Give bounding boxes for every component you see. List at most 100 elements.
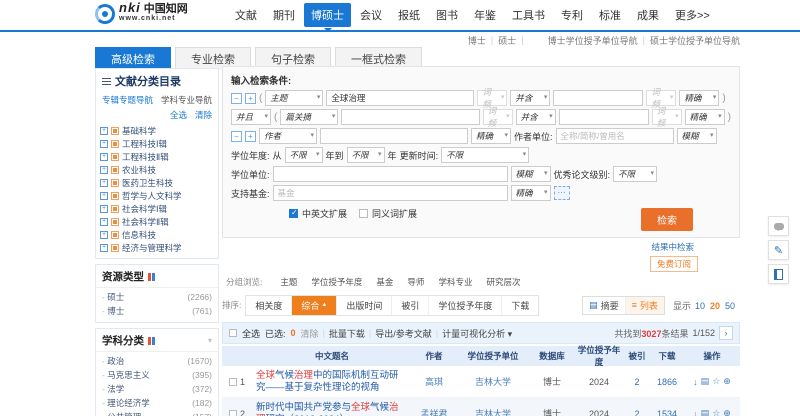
school-link[interactable]: 吉林大学 xyxy=(475,409,511,416)
page-size-option[interactable]: 20 xyxy=(710,301,720,311)
group-browse-item[interactable]: 学科专业 xyxy=(438,276,472,288)
author-field-select[interactable]: 作者 xyxy=(259,128,317,144)
checkbox-icon[interactable] xyxy=(111,140,119,148)
expand-icon[interactable]: + xyxy=(100,218,108,226)
download-icon[interactable]: ↓ xyxy=(693,409,698,416)
year-from-select[interactable]: 不限 xyxy=(285,147,323,163)
page-size-option[interactable]: 50 xyxy=(725,301,735,311)
expand-icon[interactable]: + xyxy=(100,179,108,187)
sort-option[interactable]: 出版时间 xyxy=(337,296,392,315)
journal-button[interactable] xyxy=(768,264,789,284)
sort-option[interactable]: 下载 xyxy=(502,296,538,315)
search-term-input[interactable] xyxy=(341,109,479,125)
checkbox-icon[interactable] xyxy=(111,166,119,174)
field-select[interactable]: 篇关摘 xyxy=(280,109,338,125)
filter-item[interactable]: 硕士(2266) xyxy=(102,290,212,304)
checkbox-icon[interactable] xyxy=(111,231,119,239)
sort-option[interactable]: 综合▲ xyxy=(292,296,337,315)
word-freq-select-2[interactable]: 词频 xyxy=(646,90,676,106)
filter-item[interactable]: 博士(761) xyxy=(102,304,212,318)
nav-item[interactable]: 更多>> xyxy=(668,3,717,27)
feedback-button[interactable] xyxy=(768,216,789,236)
download-icon[interactable]: ↓ xyxy=(693,377,698,387)
remove-row-button[interactable]: − xyxy=(231,93,242,104)
word-freq-select-2[interactable]: 词频 xyxy=(652,109,682,125)
remove-row-button[interactable]: − xyxy=(231,131,242,142)
expand-icon[interactable]: + xyxy=(100,192,108,200)
subnav-link[interactable]: 硕士 xyxy=(498,34,516,47)
checkbox-icon[interactable] xyxy=(111,153,119,161)
page-size-option[interactable]: 10 xyxy=(695,301,705,311)
thesis-title-link[interactable]: 全球气候治理中的国际机制互动研究——基于复杂性理论的视角 xyxy=(256,370,399,393)
author-input[interactable] xyxy=(320,128,468,144)
expand-icon[interactable]: + xyxy=(100,140,108,148)
cited-count-link[interactable]: 2 xyxy=(634,409,639,416)
update-time-select[interactable]: 不限 xyxy=(441,147,529,163)
catalog-action[interactable]: 全选 xyxy=(170,109,187,121)
cited-count-link[interactable]: 2 xyxy=(634,377,639,387)
logic-select[interactable]: 并且 xyxy=(231,109,271,125)
catalog-item[interactable]: +工程科技Ⅰ辑 xyxy=(100,137,214,150)
author-link[interactable]: 孟祥君 xyxy=(420,409,447,416)
catalog-item[interactable]: +经济与管理科学 xyxy=(100,241,214,254)
year-to-select[interactable]: 不限 xyxy=(347,147,385,163)
expand-icon[interactable]: + xyxy=(100,244,108,252)
free-subscribe-link[interactable]: 免费订阅 xyxy=(650,256,698,272)
tab-active[interactable]: 高级检索 xyxy=(95,47,171,70)
checkbox-icon[interactable] xyxy=(111,192,119,200)
read-online-icon[interactable]: ▤ xyxy=(701,408,710,416)
match-select[interactable]: 精确 xyxy=(685,109,725,125)
checkbox-icon[interactable] xyxy=(111,127,119,135)
catalog-item[interactable]: +基础科学 xyxy=(100,124,214,137)
note-button[interactable]: ✎ xyxy=(768,240,789,260)
thesis-title-link[interactable]: 新时代中国共产党参与全球气候治理研究（2012-2024） xyxy=(256,402,399,416)
sort-option[interactable]: 被引 xyxy=(392,296,429,315)
expand-icon[interactable]: + xyxy=(100,153,108,161)
view-mode[interactable]: ▤摘要 xyxy=(583,297,626,314)
fund-more-button[interactable]: ··· xyxy=(554,186,570,200)
favorite-icon[interactable]: ☆ xyxy=(712,376,720,387)
subnav-link[interactable]: 博士学位授予单位导航 xyxy=(548,34,638,47)
catalog-item[interactable]: +社会科学Ⅰ辑 xyxy=(100,202,214,215)
excellent-select[interactable]: 不限 xyxy=(613,166,657,182)
subnav-link[interactable]: 博士 xyxy=(468,34,486,47)
nav-item[interactable]: 成果 xyxy=(630,3,666,27)
search-button[interactable]: 检索 xyxy=(641,208,693,231)
catalog-item[interactable]: +哲学与人文科学 xyxy=(100,189,214,202)
favorite-icon[interactable]: ☆ xyxy=(712,408,720,416)
filter-item[interactable]: 法学(372) xyxy=(102,382,212,396)
download-count-link[interactable]: 1866 xyxy=(657,377,677,387)
nav-item[interactable]: 文献 xyxy=(228,3,264,27)
author-unit-input[interactable] xyxy=(556,128,674,144)
collapse-icon[interactable]: ▾ xyxy=(208,336,212,345)
search-in-results-link[interactable]: 结果中检索 xyxy=(651,241,694,253)
relation-select[interactable]: 并含 xyxy=(516,109,556,125)
catalog-item[interactable]: +工程科技Ⅱ辑 xyxy=(100,150,214,163)
group-browse-item[interactable]: 学位授予年度 xyxy=(311,276,362,288)
select-all-checkbox[interactable] xyxy=(229,329,237,337)
nav-item[interactable]: 报纸 xyxy=(391,3,427,27)
row-checkbox[interactable] xyxy=(229,378,237,386)
filter-item[interactable]: 马克思主义(395) xyxy=(102,368,212,382)
catalog-item[interactable]: +医药卫生科技 xyxy=(100,176,214,189)
batch-action-button[interactable]: 导出/参考文献 xyxy=(375,327,432,340)
filter-panel-header[interactable]: 学科分类▾ xyxy=(96,329,218,352)
search-term-input[interactable] xyxy=(326,90,474,106)
filter-item[interactable]: 政治(1670) xyxy=(102,354,212,368)
nav-item[interactable]: 年鉴 xyxy=(467,3,503,27)
checkbox-icon[interactable] xyxy=(111,205,119,213)
expand-icon[interactable]: + xyxy=(100,205,108,213)
catalog-tab[interactable]: 学科专业导航 xyxy=(161,94,212,106)
unit-match-select[interactable]: 模糊 xyxy=(677,128,717,144)
nav-item[interactable]: 工具书 xyxy=(505,3,552,27)
expand-icon[interactable]: + xyxy=(100,166,108,174)
school-link[interactable]: 吉林大学 xyxy=(475,377,511,387)
filter-item[interactable]: 理论经济学(182) xyxy=(102,396,212,410)
author-match-select[interactable]: 精确 xyxy=(471,128,511,144)
group-browse-item[interactable]: 导师 xyxy=(407,276,424,288)
group-browse-item[interactable]: 研究层次 xyxy=(486,276,520,288)
batch-action-button[interactable]: 批量下载 xyxy=(329,327,365,340)
select-all-label[interactable]: 全选 xyxy=(242,327,260,340)
catalog-tab[interactable]: 专辑专题导航 xyxy=(102,94,153,106)
search-term-input-2[interactable] xyxy=(553,90,643,106)
